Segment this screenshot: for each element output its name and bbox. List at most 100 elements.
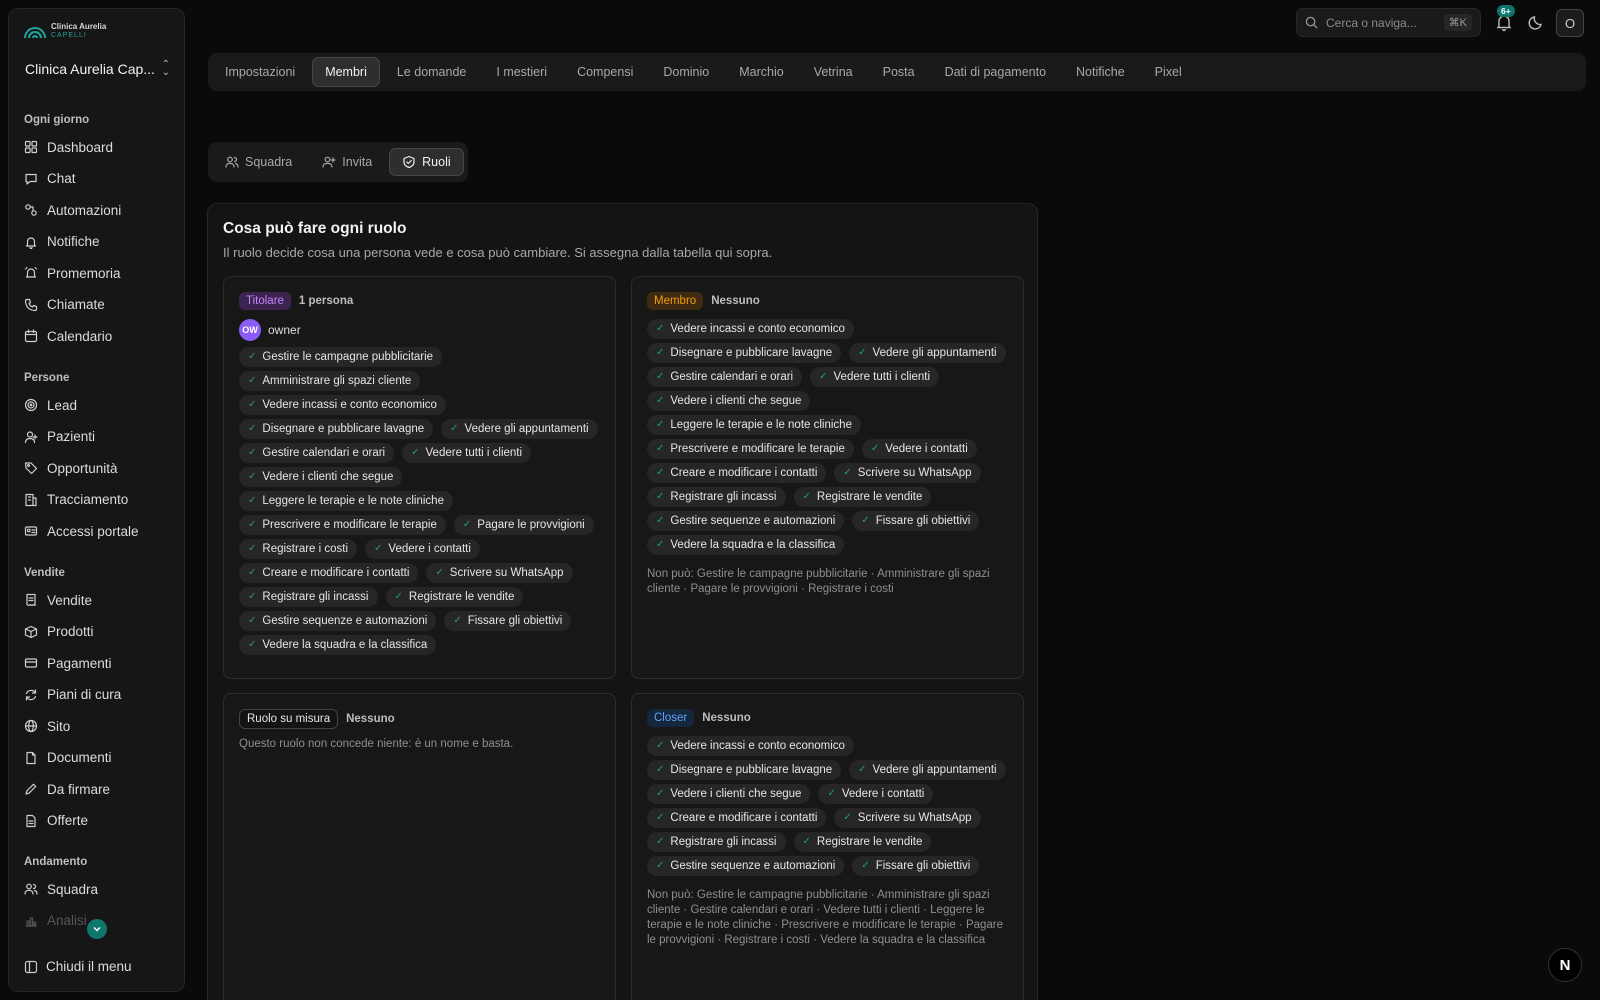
- permission-chip: ✓ Gestire sequenze e automazioni: [647, 511, 845, 531]
- sidebar-item-pazienti[interactable]: Pazienti: [24, 424, 174, 450]
- sidebar-item-chiamate[interactable]: Chiamate: [24, 292, 174, 318]
- permission-label: Vedere la squadra e la classifica: [262, 639, 428, 651]
- permission-label: Vedere tutti i clienti: [833, 371, 931, 383]
- check-icon: ✓: [843, 812, 852, 823]
- tag-icon: [24, 462, 38, 475]
- sidebar-item-chat[interactable]: Chat: [24, 166, 174, 192]
- check-icon: ✓: [656, 539, 665, 550]
- shield-icon: [403, 155, 415, 169]
- permission-label: Registrare le vendite: [408, 591, 515, 603]
- sidebar-item-notifiche[interactable]: Notifiche: [24, 229, 174, 255]
- sidebar-item-squadra[interactable]: Squadra: [24, 876, 174, 902]
- sidebar-item-sito[interactable]: Sito: [24, 713, 174, 739]
- permission-chip: ✓ Amministrare gli spazi cliente: [239, 371, 421, 391]
- brand-logo[interactable]: Clinica Aurelia CAPELLI: [23, 23, 106, 39]
- sidebar-item-label: Prodotti: [47, 624, 94, 639]
- sidebar-item-pagamenti[interactable]: Pagamenti: [24, 650, 174, 676]
- permission-label: Vedere i contatti: [885, 443, 968, 455]
- sidebar-item-opportunità[interactable]: Opportunità: [24, 455, 174, 481]
- permission-label: Disegnare e pubblicare lavagne: [670, 347, 833, 359]
- sidebar-item-promemoria[interactable]: Promemoria: [24, 260, 174, 286]
- role-card-membro: Membro Nessuno ✓ Vedere incassi e conto e…: [631, 276, 1024, 679]
- sidebar-section-label: Vendite: [24, 567, 65, 579]
- sidebar-item-vendite[interactable]: Vendite: [24, 587, 174, 613]
- assistant-launcher-button[interactable]: N: [1548, 948, 1582, 982]
- permission-chip: ✓ Disegnare e pubblicare lavagne: [647, 343, 842, 363]
- theme-toggle-moon-icon[interactable]: [1528, 13, 1546, 31]
- permission-chip: ✓ Pagare le provvigioni: [453, 515, 594, 535]
- check-icon: ✓: [248, 591, 257, 602]
- close-menu-button[interactable]: Chiudi il menu: [24, 959, 132, 974]
- permission-label: Vedere gli appuntamenti: [872, 347, 997, 359]
- sidebar-item-automazioni[interactable]: Automazioni: [24, 197, 174, 223]
- tab-dati-di-pagamento[interactable]: Dati di pagamento: [932, 57, 1059, 87]
- permission-label: Gestire sequenze e automazioni: [262, 615, 428, 627]
- sidebar-item-label: Vendite: [47, 592, 93, 608]
- permission-label: Disegnare e pubblicare lavagne: [670, 764, 833, 776]
- tab-compensi[interactable]: Compensi: [564, 57, 646, 87]
- tab-notifiche[interactable]: Notifiche: [1063, 57, 1138, 87]
- globe-icon: [24, 719, 38, 733]
- sidebar-item-prodotti[interactable]: Prodotti: [24, 619, 174, 645]
- tab-i-mestieri[interactable]: I mestieri: [483, 57, 560, 87]
- check-icon: ✓: [861, 515, 870, 526]
- permission-label: Leggere le terapie e le note cliniche: [262, 495, 444, 507]
- search-bar[interactable]: Cerca o naviga... ⌘K: [1296, 8, 1481, 37]
- permission-label: Creare e modificare i contatti: [262, 567, 410, 579]
- subtab-squadra[interactable]: Squadra: [212, 148, 305, 176]
- permission-chip: ✓ Leggere le terapie e le note cliniche: [647, 415, 861, 435]
- sidebar-item-documenti[interactable]: Documenti: [24, 745, 174, 771]
- sidebar-item-piani-di-cura[interactable]: Piani di cura: [24, 682, 174, 708]
- permission-chip: ✓ Creare e modificare i contatti: [239, 563, 419, 583]
- tab-pixel[interactable]: Pixel: [1142, 57, 1195, 87]
- sidebar-item-accessi-portale[interactable]: Accessi portale: [24, 518, 174, 544]
- pen-icon: [25, 783, 37, 795]
- permission-label: Gestire sequenze e automazioni: [670, 515, 836, 527]
- permission-list: ✓ Gestire le campagne pubblicitarie ✓ Ammin…: [239, 347, 604, 655]
- avatar: OW: [239, 319, 261, 341]
- tab-impostazioni[interactable]: Impostazioni: [212, 57, 308, 87]
- sidebar-item-tracciamento[interactable]: Tracciamento: [24, 487, 174, 513]
- sidebar-item-calendario[interactable]: Calendario: [24, 323, 174, 349]
- permission-chip: ✓ Fissare gli obiettivi: [444, 611, 572, 631]
- tab-membri[interactable]: Membri: [312, 57, 380, 87]
- sidebar-item-lead[interactable]: Lead: [24, 392, 174, 418]
- role-card-custom: Ruolo su misura Nessuno Questo ruolo non…: [223, 693, 616, 1000]
- role-note: Questo ruolo non concede niente: è un no…: [239, 738, 514, 750]
- permission-label: Prescrivere e modificare le terapie: [262, 519, 437, 531]
- sidebar-item-offerte[interactable]: Offerte: [24, 808, 174, 834]
- sidebar-item-label: Analisi: [47, 913, 87, 928]
- scroll-down-button[interactable]: [87, 919, 107, 939]
- chevron-up-down-icon: ⌃ ⌄: [161, 59, 170, 78]
- permission-label: Scrivere su WhatsApp: [449, 567, 564, 579]
- permission-chip: ✓ Vedere incassi e conto economico: [647, 319, 854, 339]
- tab-marchio[interactable]: Marchio: [726, 57, 796, 87]
- users-icon: [24, 883, 38, 895]
- sidebar-item-label: Accessi portale: [47, 523, 139, 539]
- panel-title: Cosa può fare ogni ruolo: [223, 220, 407, 237]
- permission-label: Vedere incassi e conto economico: [262, 399, 437, 411]
- check-icon: ✓: [248, 471, 257, 482]
- tab-le-domande[interactable]: Le domande: [384, 57, 480, 87]
- search-shortcut: ⌘K: [1443, 14, 1472, 31]
- sidebar-item-dashboard[interactable]: Dashboard: [24, 134, 174, 160]
- tab-vetrina[interactable]: Vetrina: [801, 57, 866, 87]
- user-avatar-button[interactable]: O: [1556, 9, 1584, 37]
- permission-chip: ✓ Registrare le vendite: [385, 587, 524, 607]
- subtab-invita[interactable]: Invita: [309, 148, 385, 176]
- sidebar-item-da-firmare[interactable]: Da firmare: [24, 776, 174, 802]
- permission-label: Leggere le terapie e le note cliniche: [670, 419, 852, 431]
- subtab-ruoli[interactable]: Ruoli: [389, 148, 464, 176]
- check-icon: ✓: [248, 519, 257, 530]
- permission-chip: ✓ Creare e modificare i contatti: [647, 808, 827, 828]
- tab-posta[interactable]: Posta: [870, 57, 928, 87]
- tab-dominio[interactable]: Dominio: [650, 57, 722, 87]
- role-badge-closer: Closer: [647, 709, 695, 727]
- arc-logo-icon: [24, 27, 46, 39]
- brand-subname: CAPELLI: [51, 32, 87, 39]
- permission-chip: ✓ Vedere tutti i clienti: [810, 367, 940, 387]
- role-badge-custom: Ruolo su misura: [239, 709, 339, 729]
- check-icon: ✓: [248, 639, 257, 650]
- bell-icon: [25, 236, 37, 249]
- workspace-switcher[interactable]: Clinica Aurelia Cap... ⌃ ⌄: [25, 59, 170, 78]
